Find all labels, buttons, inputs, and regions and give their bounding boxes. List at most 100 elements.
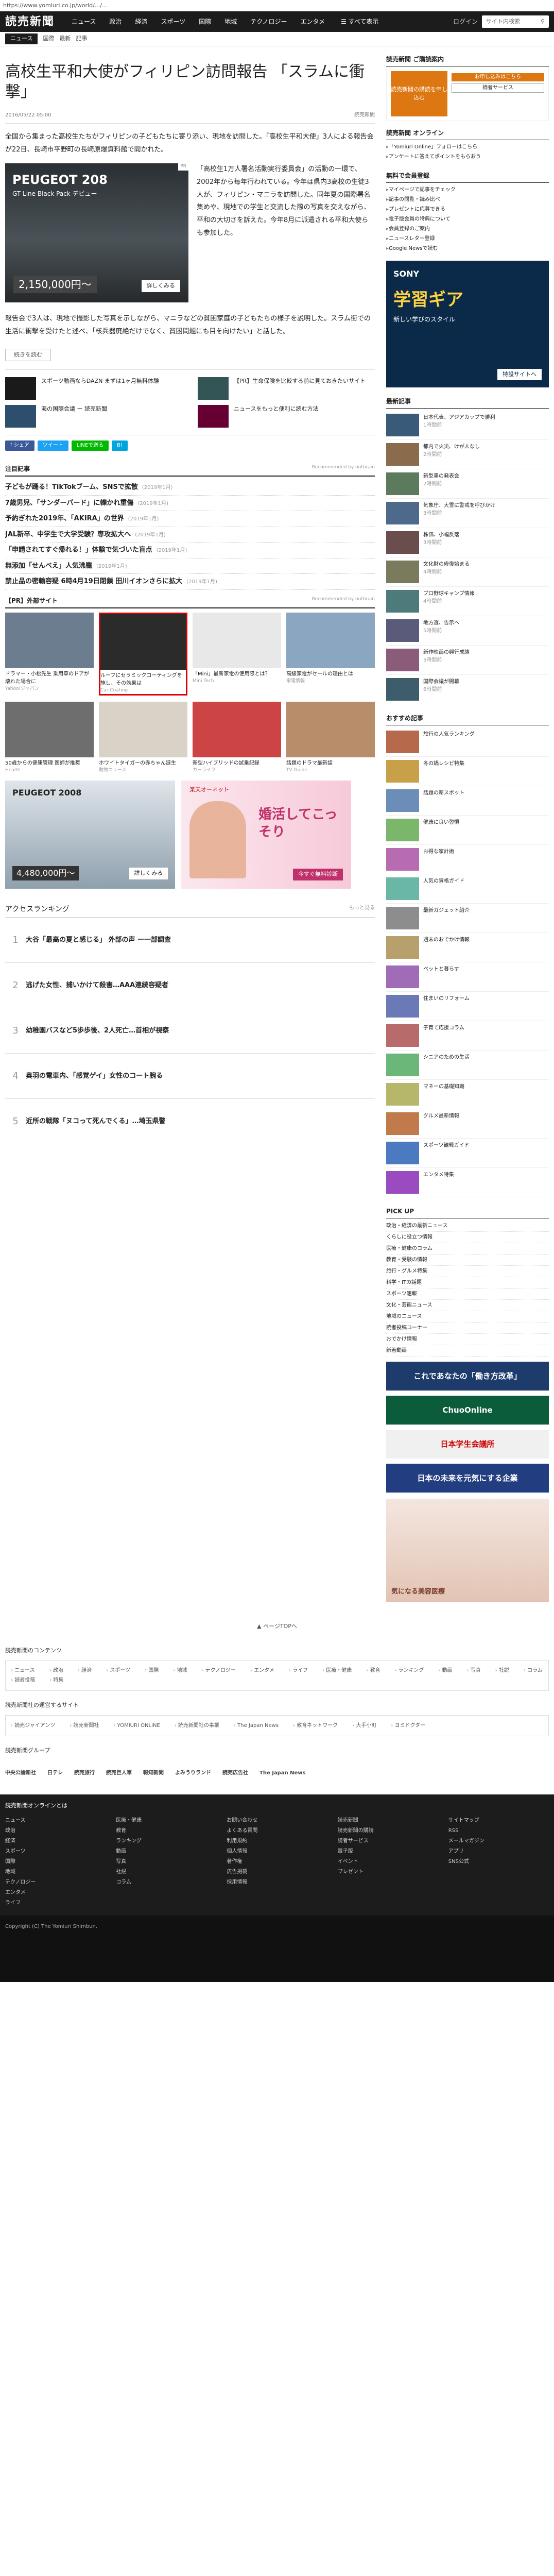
beauty-ad[interactable]: 気になる美容医療: [386, 1499, 549, 1602]
footer-link[interactable]: コラム: [524, 1667, 543, 1674]
news-item[interactable]: 冬の鍋レシピ特集: [386, 757, 549, 786]
dark-footer-link[interactable]: よくある質問: [227, 1826, 327, 1836]
breadcrumb-item[interactable]: 国際: [43, 35, 54, 43]
sidebar-banner[interactable]: ChuoOnline: [386, 1396, 549, 1425]
dark-footer-link[interactable]: 経済: [5, 1836, 106, 1846]
nav-item[interactable]: 国際: [192, 17, 218, 26]
recommend-item[interactable]: 無添加「せんべえ」人気沸騰 (2019年1月): [5, 558, 375, 574]
pickup-item[interactable]: 新着動画: [386, 1345, 549, 1357]
news-item[interactable]: お得な家計術: [386, 845, 549, 874]
news-item[interactable]: 話題の新スポット: [386, 786, 549, 816]
ranking-more-link[interactable]: もっと見る: [349, 904, 375, 915]
news-thumbnail[interactable]: [386, 1142, 419, 1164]
sidebar-link[interactable]: 電子版会員の特典について: [386, 214, 549, 224]
footer-link[interactable]: 国際: [145, 1667, 159, 1674]
marriage-ad[interactable]: 楽天オーネット 婚活してこっそり 今すぐ無料診断: [181, 780, 351, 889]
site-logo[interactable]: 読売新聞: [5, 13, 55, 30]
footer-link[interactable]: 医療・健康: [322, 1667, 352, 1674]
recommend-item[interactable]: 7歳男児、「サンダーバード」に轢かれ重傷 (2019年1月): [5, 496, 375, 512]
news-item[interactable]: 新作映画の興行成績 5時間前: [386, 646, 549, 675]
pr-ad-card[interactable]: 「Mini」最新家電の使用感とは？ Mini Tech: [193, 612, 281, 696]
news-item[interactable]: シニアのための生活: [386, 1050, 549, 1080]
news-thumbnail[interactable]: [386, 619, 419, 642]
promo-item[interactable]: 海の国際会議 ー 読売新聞: [5, 405, 182, 428]
recommend-item[interactable]: 子どもが踊る！TikTokブーム、SNSで拡散 (2019年1月): [5, 480, 375, 496]
news-item[interactable]: 地方選、告示へ 5時間前: [386, 616, 549, 646]
dark-footer-link[interactable]: 国際: [5, 1857, 106, 1867]
nav-item[interactable]: 地域: [218, 17, 244, 26]
pickup-item[interactable]: 科学・ITの話題: [386, 1277, 549, 1289]
dark-footer-link[interactable]: ライフ: [5, 1898, 106, 1908]
news-thumbnail[interactable]: [386, 848, 419, 871]
footer-link[interactable]: ライフ: [289, 1667, 308, 1674]
footer-link[interactable]: YOMIURI ONLINE: [113, 1722, 160, 1730]
news-thumbnail[interactable]: [386, 907, 419, 929]
news-thumbnail[interactable]: [386, 789, 419, 812]
news-thumbnail[interactable]: [386, 936, 419, 959]
dark-footer-link[interactable]: 読売新聞の購読: [338, 1826, 438, 1836]
nav-item[interactable]: ニュース: [65, 17, 102, 26]
partner-logo[interactable]: 中央公論新社: [5, 1769, 36, 1777]
sony-cta[interactable]: 特設サイトへ: [497, 368, 542, 380]
marriage-ad-cta[interactable]: 今すぐ無料診断: [293, 869, 343, 880]
news-thumbnail[interactable]: [386, 1083, 419, 1106]
subscription-ad-image[interactable]: 読売新聞の購読を申し込む: [391, 71, 447, 116]
dark-footer-link[interactable]: RSS: [448, 1826, 549, 1836]
sidebar-link[interactable]: 「Yomiuri Online」フォローはこちら: [386, 142, 549, 152]
dark-footer-link[interactable]: アプリ: [448, 1846, 549, 1857]
pr-ad-image[interactable]: [286, 612, 375, 668]
news-item[interactable]: 新型車の発表会 2時間前: [386, 469, 549, 499]
dark-footer-link[interactable]: お問い合わせ: [227, 1816, 327, 1826]
pr-ad-image[interactable]: [193, 612, 281, 668]
pr-ad-card[interactable]: 50歳からの健康管理 医師が推奨 Health: [5, 702, 94, 774]
pr-ad-card[interactable]: 話題のドラマ最新話 TV Guide: [286, 702, 375, 774]
news-item[interactable]: 最新ガジェット紹介: [386, 904, 549, 933]
peugeot-ad-cta[interactable]: 詳しくみる: [129, 868, 168, 879]
all-news-link[interactable]: ☰ すべて表示: [341, 17, 378, 26]
pr-ad-image[interactable]: [100, 614, 186, 670]
footer-link[interactable]: 経済: [78, 1667, 92, 1674]
footer-link[interactable]: 読者投稿: [11, 1676, 35, 1684]
nav-item[interactable]: 経済: [128, 17, 154, 26]
nav-item[interactable]: テクノロジー: [244, 17, 293, 26]
pickup-item[interactable]: くらしに役立つ情報: [386, 1232, 549, 1243]
pr-ad-card[interactable]: ルーフにセラミックコーティングを施し、その効果は Car Coating: [99, 612, 187, 696]
dark-footer-link[interactable]: 電子版: [338, 1846, 438, 1857]
news-thumbnail[interactable]: [386, 731, 419, 753]
search-icon[interactable]: ⚲: [541, 18, 545, 26]
pr-ad-card[interactable]: ドラマー・小松先生 乗用車のドアが壊れた場合に Yahoo!ジャパン: [5, 612, 94, 696]
pr-ad-card[interactable]: 高級家電がセールの理由とは 家電情報: [286, 612, 375, 696]
sidebar-link[interactable]: アンケートに答えてポイントをもらおう: [386, 152, 549, 162]
partner-logo[interactable]: よみうりランド: [175, 1769, 211, 1777]
news-item[interactable]: 気象庁、大雪に警戒を呼びかけ 3時間前: [386, 499, 549, 528]
dark-footer-link[interactable]: 政治: [5, 1826, 106, 1836]
news-thumbnail[interactable]: [386, 472, 419, 495]
dark-footer-link[interactable]: 採用情報: [227, 1877, 327, 1888]
promo-item[interactable]: 【PR】生命保険を比較する前に見ておきたいサイト: [198, 377, 375, 400]
footer-link[interactable]: 地域: [173, 1667, 187, 1674]
footer-link[interactable]: 読売新聞社の事業: [175, 1722, 219, 1730]
dark-footer-link[interactable]: 医療・健康: [116, 1816, 216, 1826]
news-item[interactable]: プロ野球キャンプ情報 4時間前: [386, 587, 549, 616]
news-item[interactable]: 子育て応援コラム: [386, 1021, 549, 1050]
pickup-item[interactable]: 文化・芸能ニュース: [386, 1300, 549, 1311]
login-link[interactable]: ログイン: [453, 17, 478, 26]
pr-ad-card[interactable]: 新型ハイブリッドの試乗記録 カーライフ: [193, 702, 281, 774]
pickup-item[interactable]: 読者投稿コーナー: [386, 1323, 549, 1334]
footer-link[interactable]: 特集: [49, 1676, 63, 1684]
pickup-item[interactable]: 医療・健康のコラム: [386, 1243, 549, 1255]
news-thumbnail[interactable]: [386, 414, 419, 436]
sidebar-banner[interactable]: 日本の未来を元気にする企業: [386, 1464, 549, 1493]
line-share-button[interactable]: LINEで送る: [71, 440, 109, 451]
news-thumbnail[interactable]: [386, 443, 419, 466]
page-top-link[interactable]: ▲ ページTOPへ: [0, 1622, 554, 1631]
pr-ad-image[interactable]: [5, 702, 94, 758]
reader-service-button[interactable]: 読者サービス: [452, 83, 544, 93]
news-item[interactable]: 都内で火災、けが人なし 2時間前: [386, 440, 549, 469]
news-thumbnail[interactable]: [386, 1171, 419, 1194]
news-item[interactable]: 住まいのリフォーム: [386, 992, 549, 1021]
news-item[interactable]: 人気の資格ガイド: [386, 874, 549, 904]
news-item[interactable]: 国際会議が開幕 6時間前: [386, 675, 549, 704]
pr-ad-image[interactable]: [5, 612, 94, 668]
news-item[interactable]: 文化財の修復始まる 4時間前: [386, 557, 549, 587]
